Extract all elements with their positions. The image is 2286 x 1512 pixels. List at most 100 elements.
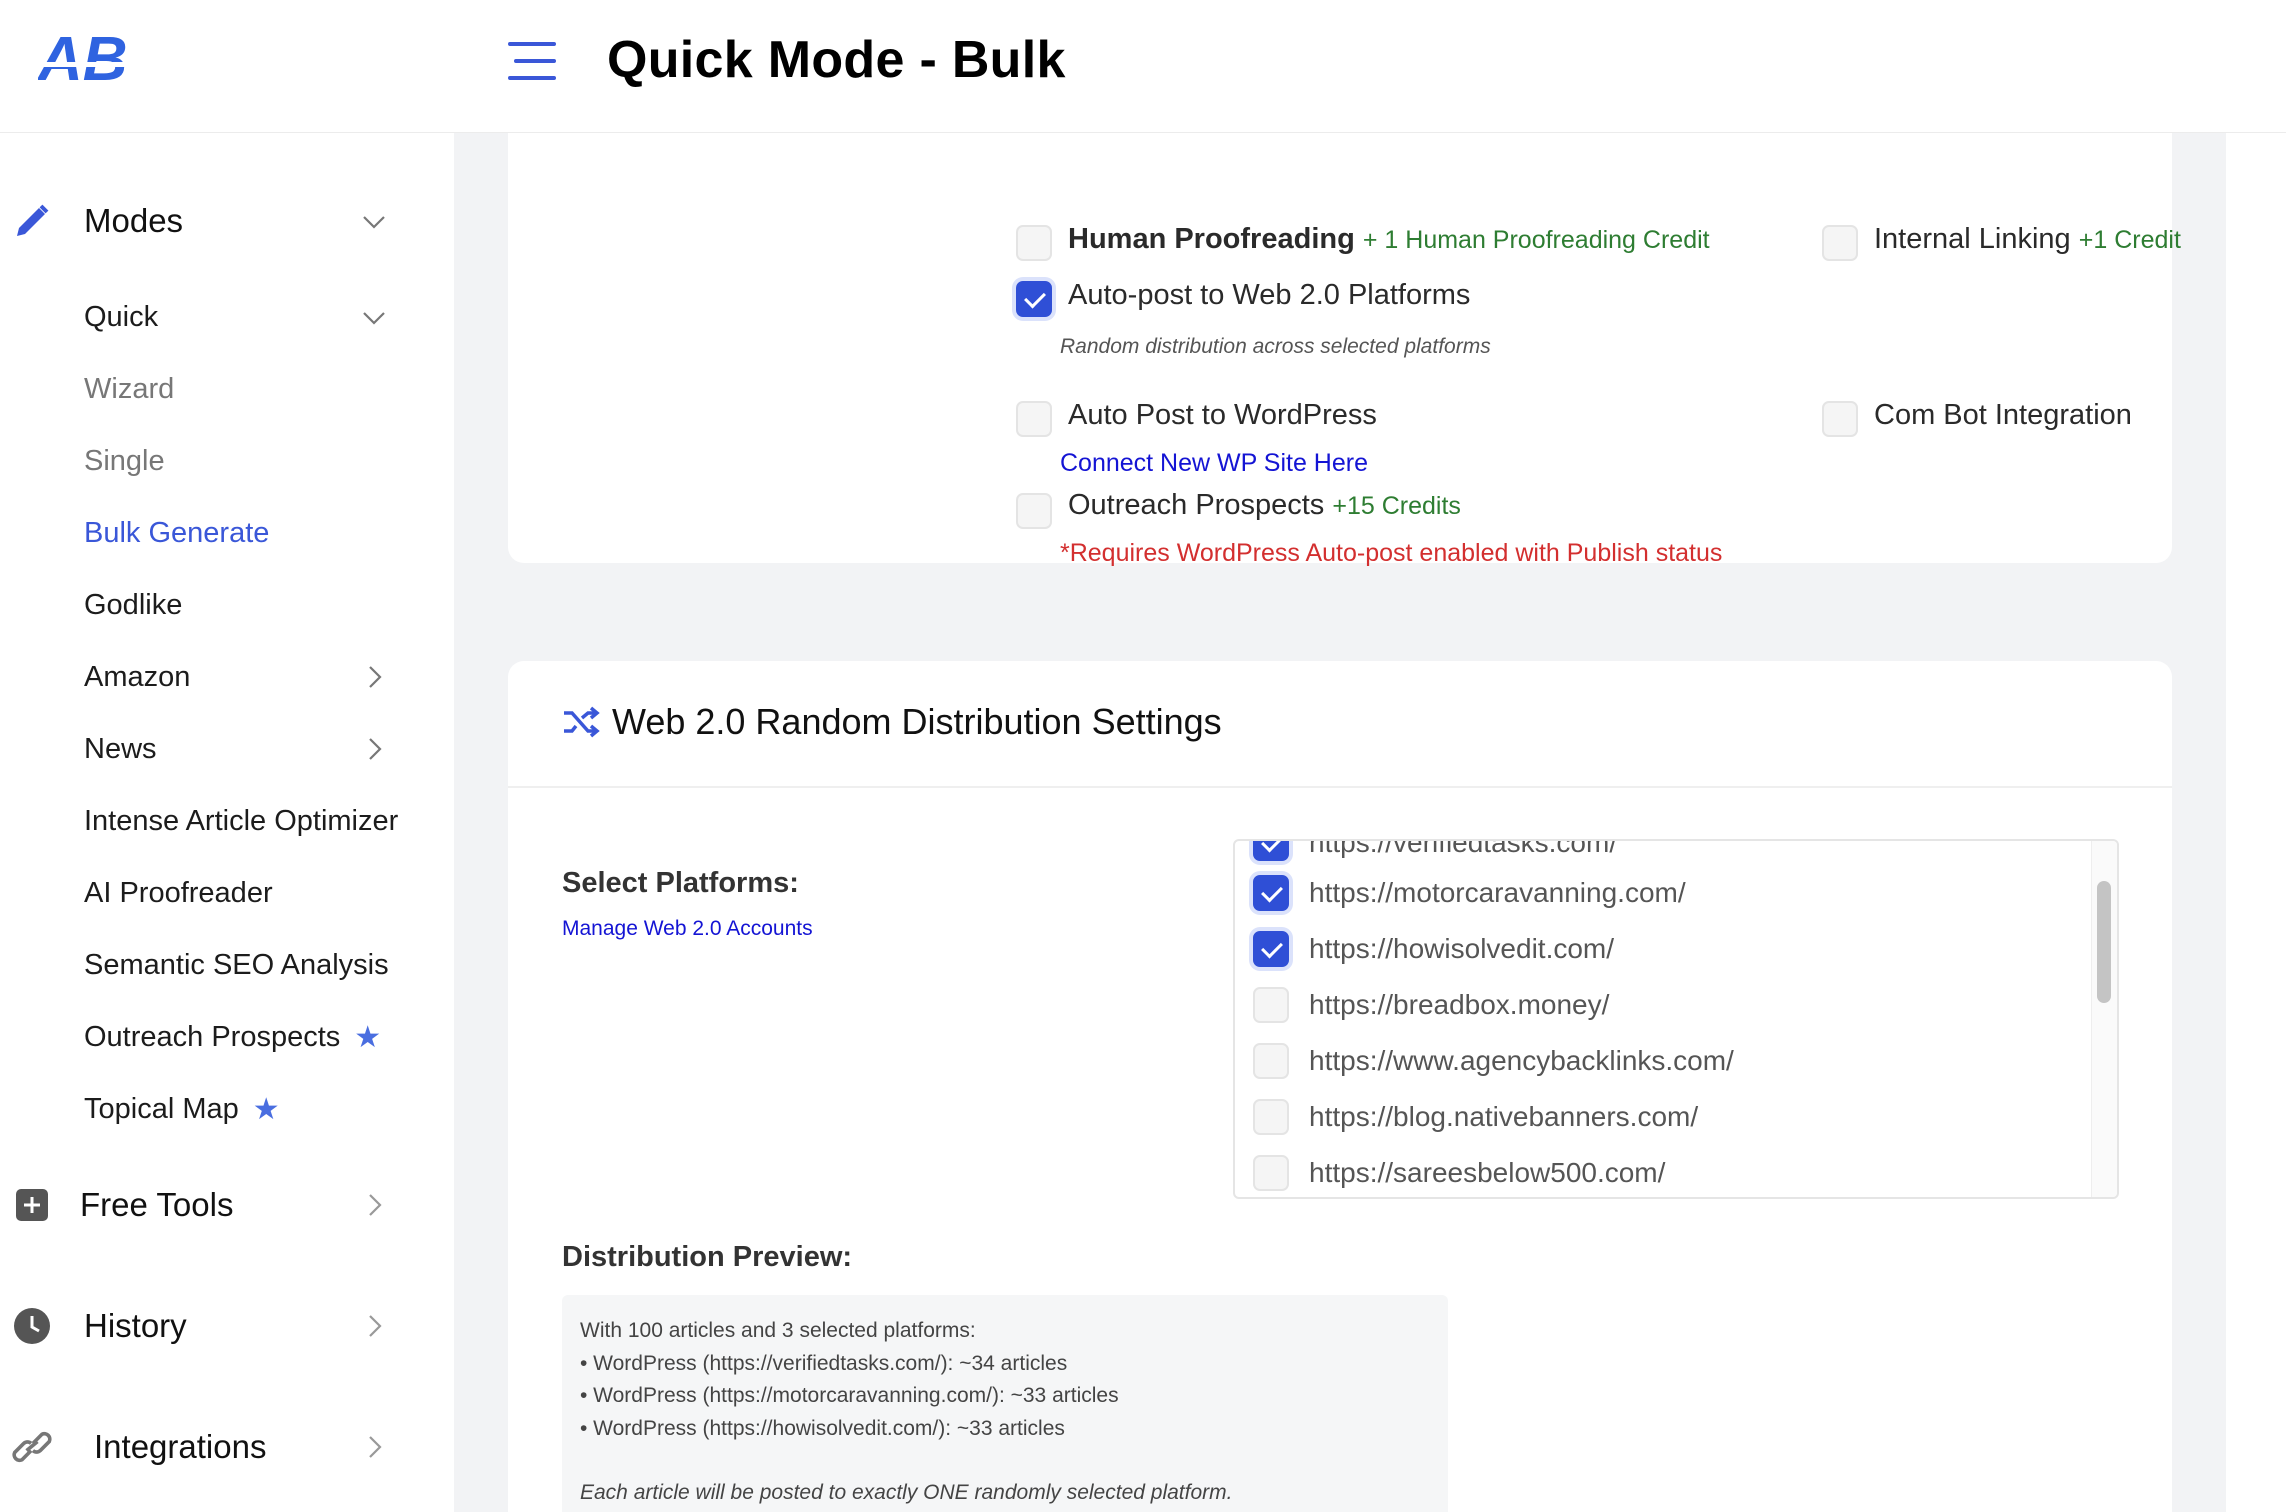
sidebar-item-label: Modes	[84, 202, 184, 239]
shuffle-icon	[562, 705, 600, 739]
chevron-right-icon	[369, 738, 382, 760]
human-proofreading-label: Human Proofreading + 1 Human Proofreadin…	[1068, 223, 1710, 256]
outreach-prospects-checkbox[interactable]	[1016, 493, 1052, 529]
sidebar-item-semantic-seo-analysis[interactable]: Semantic SEO Analysis	[84, 940, 400, 990]
sidebar-item-topical-map[interactable]: Topical Map ★	[84, 1084, 400, 1134]
platform-item[interactable]: https://blog.nativebanners.com/	[1253, 1097, 1698, 1137]
preview-line: • WordPress (https://howisolvedit.com/):…	[580, 1416, 1065, 1440]
autopost-web20-checkbox[interactable]	[1016, 281, 1052, 317]
platform-checkbox[interactable]	[1253, 931, 1289, 967]
brand-logo[interactable]: AB	[36, 25, 148, 94]
sidebar-item-label: Outreach Prospects	[84, 1020, 341, 1053]
scrollbar-track[interactable]	[2091, 841, 2117, 1197]
platform-url: https://breadbox.money/	[1309, 989, 1610, 1020]
platform-url: https://howisolvedit.com/	[1309, 933, 1615, 964]
sidebar-item-godlike[interactable]: Godlike	[84, 580, 400, 630]
platform-checkbox[interactable]	[1253, 875, 1289, 911]
sidebar-item-label: Godlike	[84, 588, 183, 621]
platform-item[interactable]: https://www.agencybacklinks.com/	[1253, 1041, 1734, 1081]
sidebar: Modes Quick Wizard Single Bulk Generate …	[0, 133, 454, 1512]
page-title: Quick Mode - Bulk	[607, 31, 1066, 89]
preview-note: Each article will be posted to exactly O…	[580, 1481, 1233, 1504]
platform-checkbox[interactable]	[1253, 1099, 1289, 1135]
platform-item[interactable]: https://sareesbelow500.com/	[1253, 1153, 1665, 1193]
platform-url: https://verifiedtasks.com/	[1309, 839, 1618, 858]
section-title-text: Web 2.0 Random Distribution Settings	[612, 701, 1222, 742]
platform-url: https://sareesbelow500.com/	[1309, 1157, 1666, 1188]
platform-url: https://www.agencybacklinks.com/	[1309, 1045, 1734, 1076]
platform-list[interactable]: https://verifiedtasks.com/ https://motor…	[1233, 839, 2119, 1199]
platform-url: https://blog.nativebanners.com/	[1309, 1101, 1699, 1132]
preview-line: • WordPress (https://motorcaravanning.co…	[580, 1384, 1119, 1407]
internal-linking-label: Internal Linking +1 Credit	[1874, 223, 2181, 256]
sidebar-item-amazon[interactable]: Amazon	[84, 652, 400, 702]
plus-square-icon	[12, 1185, 52, 1225]
sidebar-item-label: Semantic SEO Analysis	[84, 948, 389, 981]
com-bot-checkbox[interactable]	[1822, 401, 1858, 437]
sidebar-item-free-tools[interactable]: Free Tools	[0, 1175, 400, 1235]
chevron-right-icon	[369, 1315, 382, 1337]
option-name: Outreach Prospects	[1068, 489, 1325, 521]
chevron-down-icon	[363, 216, 385, 229]
menu-toggle-icon[interactable]	[508, 40, 558, 82]
preview-line: With 100 articles and 3 selected platfor…	[580, 1319, 976, 1342]
platform-checkbox[interactable]	[1253, 1155, 1289, 1191]
chevron-right-icon	[369, 666, 382, 688]
autopost-wordpress-label: Auto Post to WordPress	[1068, 399, 1377, 431]
chevron-right-icon	[369, 1194, 382, 1216]
com-bot-label: Com Bot Integration	[1874, 399, 2132, 431]
platform-checkbox[interactable]	[1253, 841, 1289, 861]
sidebar-item-quick[interactable]: Quick	[84, 292, 400, 342]
platform-checkbox[interactable]	[1253, 1043, 1289, 1079]
select-platforms-label: Select Platforms:	[562, 867, 799, 899]
credit-cost: +1 Credit	[2078, 226, 2181, 254]
platform-item[interactable]: https://breadbox.money/	[1253, 985, 1609, 1025]
credit-cost: +15 Credits	[1332, 492, 1461, 520]
platform-checkbox[interactable]	[1253, 987, 1289, 1023]
option-name: Internal Linking	[1874, 223, 2071, 255]
pencil-icon	[12, 201, 52, 241]
sidebar-item-label: Bulk Generate	[84, 516, 270, 549]
sidebar-item-modes[interactable]: Modes	[0, 191, 400, 251]
divider	[508, 786, 2172, 788]
sidebar-item-outreach-prospects[interactable]: Outreach Prospects ★	[84, 1012, 400, 1062]
sidebar-item-wizard[interactable]: Wizard	[84, 364, 400, 414]
platform-item[interactable]: https://motorcaravanning.com/	[1253, 873, 1686, 913]
sidebar-item-label: Intense Article Optimizer	[84, 804, 399, 837]
scrollbar-thumb[interactable]	[2097, 881, 2111, 1003]
human-proofreading-checkbox[interactable]	[1016, 225, 1052, 261]
platform-item[interactable]: https://verifiedtasks.com/	[1253, 839, 1618, 863]
manage-web20-accounts-link[interactable]: Manage Web 2.0 Accounts	[562, 917, 813, 941]
outreach-prospects-label: Outreach Prospects +15 Credits	[1068, 489, 1461, 522]
sidebar-item-single[interactable]: Single	[84, 436, 400, 486]
distribution-preview-label: Distribution Preview:	[562, 1241, 853, 1273]
connect-wp-site-link[interactable]: Connect New WP Site Here	[1060, 449, 1368, 478]
sidebar-item-news[interactable]: News	[84, 724, 400, 774]
preview-line: • WordPress (https://verifiedtasks.com/)…	[580, 1351, 1068, 1375]
link-icon	[12, 1427, 52, 1467]
sidebar-item-integrations[interactable]: Integrations	[0, 1417, 400, 1477]
sidebar-item-label: News	[84, 732, 157, 765]
credit-cost: + 1 Human Proofreading Credit	[1362, 226, 1710, 254]
sidebar-item-bulk-generate[interactable]: Bulk Generate	[84, 508, 400, 558]
sidebar-item-label: Wizard	[84, 372, 175, 405]
options-card: Human Proofreading + 1 Human Proofreadin…	[508, 133, 2181, 567]
web20-settings-card: Web 2.0 Random Distribution Settings Sel…	[508, 661, 2172, 1512]
chevron-down-icon	[363, 312, 385, 325]
sidebar-item-label: Topical Map	[84, 1092, 239, 1125]
sidebar-item-ai-proofreader[interactable]: AI Proofreader	[84, 868, 400, 918]
autopost-wordpress-checkbox[interactable]	[1016, 401, 1052, 437]
platform-item[interactable]: https://howisolvedit.com/	[1253, 929, 1614, 969]
internal-linking-checkbox[interactable]	[1822, 225, 1858, 261]
sidebar-item-label: Single	[84, 444, 165, 477]
sidebar-item-history[interactable]: History	[0, 1296, 400, 1356]
main-content: Human Proofreading + 1 Human Proofreadin…	[454, 133, 2226, 1512]
sidebar-item-label: Free Tools	[80, 1186, 234, 1223]
option-name: Human Proofreading	[1068, 223, 1355, 255]
sidebar-item-label: AI Proofreader	[84, 876, 273, 909]
right-gutter	[2226, 133, 2286, 1512]
sidebar-item-intense-article-optimizer[interactable]: Intense Article Optimizer	[84, 796, 400, 846]
section-title: Web 2.0 Random Distribution Settings	[562, 701, 1222, 743]
sidebar-item-label: Integrations	[94, 1428, 267, 1465]
outreach-warning: *Requires WordPress Auto-post enabled wi…	[1060, 539, 1723, 567]
